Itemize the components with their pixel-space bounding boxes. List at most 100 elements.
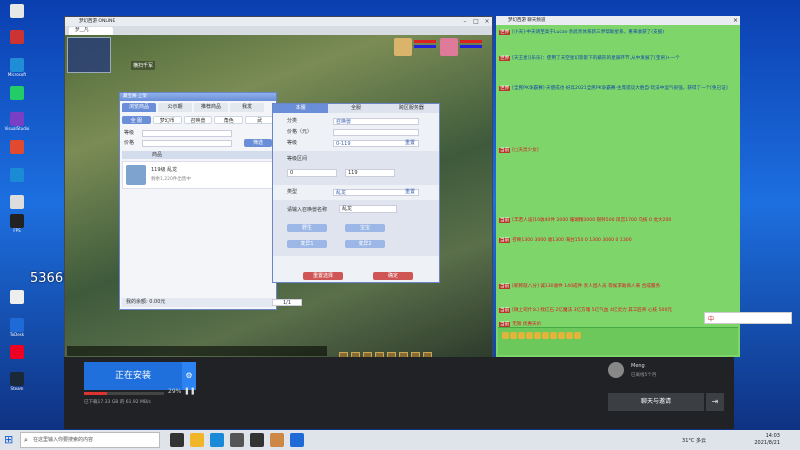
avatar[interactable] [608, 362, 624, 378]
ime-mode-icon[interactable]: 中 [708, 314, 714, 323]
mutant1-button[interactable]: 变异1 [287, 240, 327, 248]
desktop-icon[interactable]: Steam [3, 372, 31, 391]
tab-notice[interactable]: 公示期 [158, 103, 192, 112]
confirm-button[interactable]: 确定 [373, 272, 413, 280]
desktop-icon[interactable] [3, 168, 31, 182]
filter-row-label: 等级 [287, 140, 298, 146]
emoji-icon[interactable] [518, 332, 525, 339]
subtab-weapons[interactable]: 武 [245, 116, 274, 124]
file-explorer-icon[interactable] [190, 433, 204, 447]
level-to-input[interactable]: 119 [345, 169, 395, 177]
weather-text[interactable]: 31°C 多云 [682, 437, 706, 444]
desktop-icon[interactable] [3, 290, 31, 304]
desktop-icon[interactable] [3, 195, 31, 209]
desktop-icon[interactable] [3, 4, 31, 18]
clock[interactable]: 14:03 2021/8/21 [754, 433, 780, 447]
install-button[interactable]: 正在安装 [84, 362, 182, 390]
minimize-icon[interactable]: – [460, 17, 470, 26]
search-placeholder: 在这里输入你要搜索的内容 [33, 437, 94, 443]
subtab-pets[interactable]: 召唤兽 [183, 116, 213, 124]
pet-avatar[interactable] [394, 38, 412, 56]
app-icon[interactable] [250, 433, 264, 447]
clock-date: 2021/8/21 [754, 440, 780, 446]
baby-button[interactable]: 宝宝 [345, 224, 385, 232]
message-text: [□天灵少女] [512, 148, 539, 153]
subtab-coins[interactable]: 梦幻币 [152, 116, 182, 124]
edge-icon[interactable] [210, 433, 224, 447]
desktop-icon[interactable] [3, 30, 31, 44]
desktop-icon[interactable]: FPS [3, 214, 31, 233]
gear-icon[interactable]: ⚙ [182, 362, 196, 390]
app-icon[interactable] [230, 433, 244, 447]
close-icon[interactable]: × [482, 17, 492, 26]
game-chat-input[interactable] [67, 346, 327, 356]
task-view-icon[interactable] [170, 433, 184, 447]
mp-bar [460, 45, 482, 48]
subtab-roles[interactable]: 角色 [214, 116, 244, 124]
message-text: [全民PK争霸赛]·天使成也·好兵2021全民PK争霸赛·主席提议大胜自·玩法中… [512, 86, 728, 91]
game-tab[interactable]: 梦__凡 [69, 27, 113, 35]
tab-mine[interactable]: 我发 [230, 103, 264, 112]
desktop-icon[interactable]: Microsoft [3, 58, 31, 77]
desktop-icon[interactable] [3, 345, 31, 359]
wild-button[interactable]: 野生 [287, 224, 327, 232]
emoji-icon[interactable] [542, 332, 549, 339]
reset-selection-button[interactable]: 重置选择 [303, 272, 343, 280]
tab-cross-server[interactable]: 跨区服务器 [383, 104, 439, 113]
windows-start-icon[interactable]: ⊞ [4, 434, 16, 446]
channel-badge: 世界 [499, 56, 511, 61]
level-from-input[interactable]: 0 [287, 169, 337, 177]
reset-link[interactable]: 重置 [405, 138, 415, 149]
shop-window[interactable]: 藏宝阁·上架 浏览商品 公示期 推荐商品 我发 全 服 梦幻币 召唤兽 角色 武… [119, 92, 302, 310]
pet-name-input[interactable]: 乱龙 [339, 205, 397, 213]
level-field[interactable] [142, 130, 232, 137]
reset-link[interactable]: 重置 [405, 187, 415, 198]
emoji-icon[interactable] [502, 332, 509, 339]
emoji-icon[interactable] [510, 332, 517, 339]
price-field[interactable] [142, 140, 232, 147]
ime-toolbar[interactable]: 中 [704, 312, 792, 324]
player-avatar[interactable] [440, 38, 458, 56]
desktop-icon[interactable]: ToDesk [3, 318, 31, 337]
filter-panel[interactable]: 本服 全服 跨区服务器 分类 召唤兽 价格（元） 等级 0-119 重置 等级区… [272, 103, 440, 283]
emoji-icon[interactable] [566, 332, 573, 339]
emoji-icon[interactable] [574, 332, 581, 339]
game-titlebar[interactable]: 梦幻西游 ONLINE – □ × [65, 17, 492, 26]
desktop-icon[interactable] [3, 140, 31, 154]
emoji-icon[interactable] [526, 332, 533, 339]
mutant2-button[interactable]: 变异2 [345, 240, 385, 248]
chat-window[interactable]: 梦幻西游 聊天频道 × 世界 [小天]·中天请至高于Lucas·亲武亲体系新三界帮… [496, 16, 740, 357]
tab-browse[interactable]: 浏览商品 [122, 103, 156, 112]
emoji-icon[interactable] [558, 332, 565, 339]
search-icon: ⌕ [24, 436, 28, 444]
category-field[interactable]: 召唤兽 [333, 118, 419, 125]
message-text: [丰若人设]10收40件 2000 珊瑚精3000 银铃500 凤宫1700 乌… [512, 218, 672, 223]
chat-titlebar[interactable]: 梦幻西游 聊天频道 × [496, 16, 740, 25]
chat-invite-button[interactable]: 聊天与邀请 [608, 393, 704, 411]
tab-this-server[interactable]: 本服 [273, 104, 329, 113]
balance-text: 我的余额: 0.00元 [126, 299, 166, 305]
page-indicator[interactable]: 1/1 [272, 299, 302, 306]
todesk-icon[interactable] [290, 433, 304, 447]
pause-icon[interactable]: ❚❚ [184, 387, 196, 395]
friend-status: 已离线5个月 [631, 373, 657, 378]
emoji-icon[interactable] [550, 332, 557, 339]
minimap[interactable] [67, 37, 111, 73]
desktop-icon[interactable]: VisualStudio [3, 112, 31, 131]
pet-name-section: 请输入召唤兽名称 乱龙 野生 宝宝 变异1 变异2 [273, 200, 439, 256]
game-icon[interactable] [270, 433, 284, 447]
game-window[interactable]: 梦幻西游 ONLINE – □ × 梦__凡 横扫千军 藏宝阁·上架 浏览商品 … [64, 16, 493, 373]
desktop-icon[interactable] [3, 86, 31, 100]
exit-arrow-icon[interactable]: ⇥ [706, 393, 724, 411]
filter-button[interactable]: 筛选 [244, 139, 272, 147]
list-item[interactable]: 119级 乱龙 剩余1,220件出售中 [122, 161, 274, 189]
price-range-field[interactable] [333, 129, 419, 136]
tab-recommended[interactable]: 推荐商品 [194, 103, 228, 112]
emoji-icon[interactable] [534, 332, 541, 339]
close-icon[interactable]: × [733, 16, 738, 25]
chat-toolbar[interactable] [498, 327, 738, 355]
subtab-all[interactable]: 全 服 [122, 116, 151, 124]
search-input[interactable]: ⌕ 在这里输入你要搜索的内容 [20, 432, 160, 448]
tab-all-servers[interactable]: 全服 [328, 104, 384, 113]
maximize-icon[interactable]: □ [471, 17, 481, 26]
